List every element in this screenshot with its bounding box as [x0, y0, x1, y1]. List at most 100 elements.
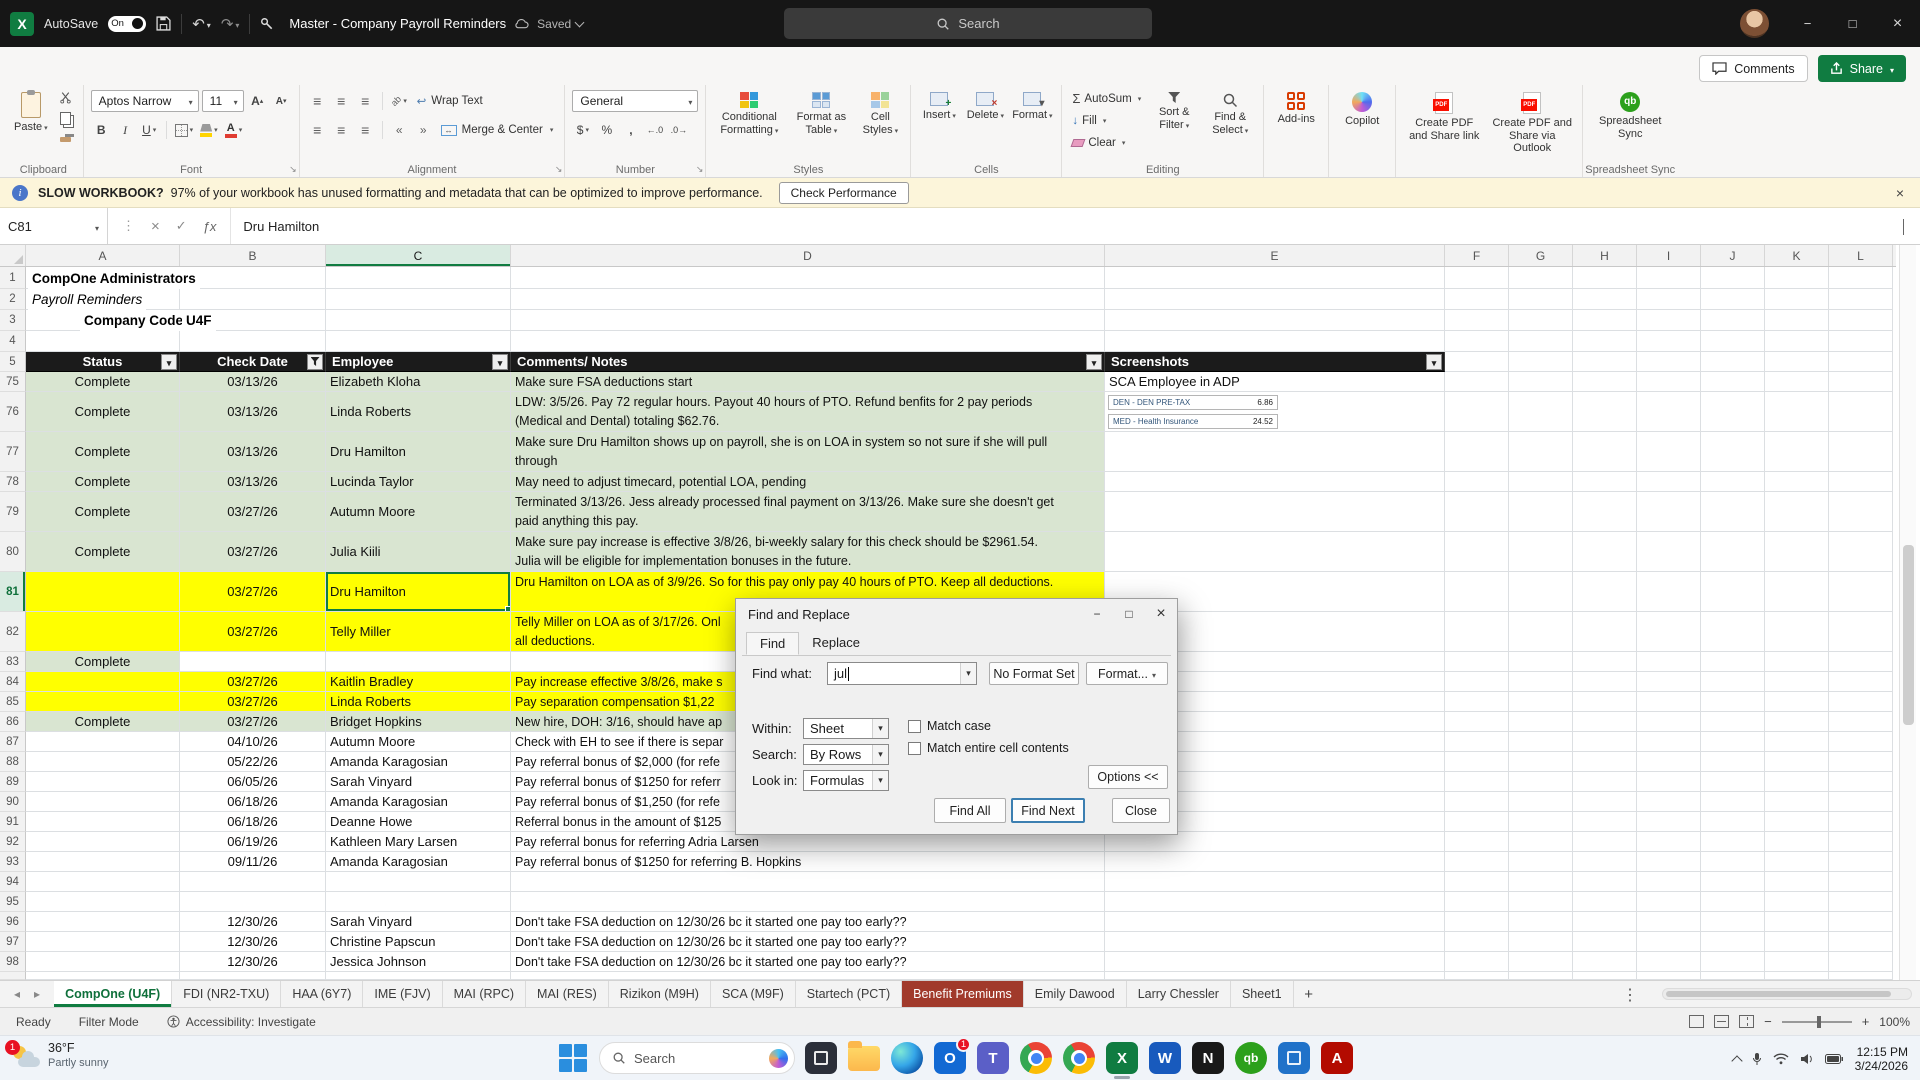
- cell-E98[interactable]: [1105, 952, 1445, 972]
- zoom-in-button[interactable]: [1862, 1014, 1870, 1029]
- cell[interactable]: [1573, 732, 1637, 752]
- cell[interactable]: [1573, 612, 1637, 652]
- borders-button[interactable]: [173, 121, 196, 140]
- cell-D93[interactable]: Pay referral bonus of $1250 for referrin…: [511, 852, 1105, 872]
- cell[interactable]: [1829, 852, 1893, 872]
- cell[interactable]: [1637, 912, 1701, 932]
- cell[interactable]: [1701, 532, 1765, 572]
- row-header-98[interactable]: 98: [0, 952, 26, 972]
- screenshot-thumbnail-1[interactable]: DEN - DEN PRE-TAX6.86: [1108, 395, 1278, 410]
- number-dialog-launcher[interactable]: [696, 164, 704, 175]
- cancel-entry-icon[interactable]: [151, 218, 160, 235]
- tab-replace[interactable]: Replace: [799, 632, 873, 655]
- maximize-button[interactable]: [1830, 0, 1875, 47]
- cell[interactable]: [1637, 852, 1701, 872]
- cell-B91[interactable]: 06/18/26: [180, 812, 326, 832]
- accessibility-status[interactable]: Accessibility: Investigate: [167, 1015, 316, 1029]
- row-header-90[interactable]: 90: [0, 792, 26, 812]
- page-break-view-button[interactable]: [1739, 1015, 1754, 1028]
- cell-C78[interactable]: Lucinda Taylor: [326, 472, 511, 492]
- cell[interactable]: [1765, 752, 1829, 772]
- cell[interactable]: [326, 310, 511, 331]
- cell-A88[interactable]: [26, 752, 180, 772]
- close-button[interactable]: [1875, 0, 1920, 47]
- cell[interactable]: [1701, 572, 1765, 612]
- bottom-align-button[interactable]: [355, 92, 376, 111]
- cell-A84[interactable]: [26, 672, 180, 692]
- cell-A80[interactable]: Complete: [26, 532, 180, 572]
- cell[interactable]: [1701, 772, 1765, 792]
- cell[interactable]: [1637, 331, 1701, 352]
- cell[interactable]: [1509, 352, 1573, 372]
- cell[interactable]: [1829, 472, 1893, 492]
- cell[interactable]: [1829, 772, 1893, 792]
- cell[interactable]: [326, 289, 511, 310]
- cell-A77[interactable]: Complete: [26, 432, 180, 472]
- alignment-dialog-launcher[interactable]: [555, 164, 563, 175]
- cell[interactable]: [1445, 372, 1509, 392]
- cell-B81[interactable]: 03/27/26: [180, 572, 326, 612]
- match-case-checkbox[interactable]: Match case: [908, 719, 991, 733]
- delete-cells-button[interactable]: Delete: [964, 88, 1006, 160]
- no-format-set-button[interactable]: No Format Set: [989, 662, 1079, 685]
- cell[interactable]: [1765, 712, 1829, 732]
- cell[interactable]: [1509, 672, 1573, 692]
- cell-D94[interactable]: [511, 872, 1105, 892]
- cell-E77[interactable]: [1105, 432, 1445, 472]
- cell-D75[interactable]: Make sure FSA deductions start: [511, 372, 1105, 392]
- cell[interactable]: [1829, 612, 1893, 652]
- cell-A87[interactable]: [26, 732, 180, 752]
- cell[interactable]: [1509, 532, 1573, 572]
- cell[interactable]: [26, 331, 180, 352]
- row-header-86[interactable]: 86: [0, 712, 26, 732]
- column-filter-employee[interactable]: [492, 354, 508, 370]
- cell[interactable]: [1105, 972, 1445, 980]
- more-sheets-button[interactable]: [1618, 981, 1642, 1008]
- cell[interactable]: [1765, 267, 1829, 289]
- cell[interactable]: [1637, 352, 1701, 372]
- column-header-C[interactable]: C: [326, 245, 511, 266]
- cell-C90[interactable]: Amanda Karagosian: [326, 792, 511, 812]
- page-layout-view-button[interactable]: [1714, 1015, 1729, 1028]
- cell[interactable]: [1765, 310, 1829, 331]
- cell-A93[interactable]: [26, 852, 180, 872]
- sheet-tab-larry-chessler[interactable]: Larry Chessler: [1127, 981, 1231, 1007]
- cell-D98[interactable]: Don't take FSA deduction on 12/30/26 bc …: [511, 952, 1105, 972]
- formula-content[interactable]: Dru Hamilton: [231, 219, 1903, 234]
- expand-formula-bar-button[interactable]: [1903, 219, 1904, 234]
- cell[interactable]: [1829, 912, 1893, 932]
- cell-B79[interactable]: 03/27/26: [180, 492, 326, 532]
- increase-font-button[interactable]: [247, 92, 268, 111]
- cell[interactable]: [1765, 289, 1829, 310]
- cell[interactable]: [1509, 289, 1573, 310]
- increase-indent-button[interactable]: [413, 121, 434, 140]
- cell[interactable]: [1637, 692, 1701, 712]
- taskbar-app-blue-app[interactable]: [1277, 1041, 1311, 1075]
- cell[interactable]: [1445, 792, 1509, 812]
- format-cells-button[interactable]: Format: [1010, 88, 1054, 160]
- weather-widget[interactable]: 1 36°FPartly sunny: [10, 1041, 109, 1070]
- row-header-5[interactable]: 5: [0, 352, 26, 372]
- screenshot-thumbnail-2[interactable]: MED - Health Insurance24.52: [1108, 414, 1278, 429]
- cell[interactable]: [1701, 672, 1765, 692]
- comma-style-button[interactable]: [620, 121, 641, 140]
- cell[interactable]: [1573, 331, 1637, 352]
- row-header-1[interactable]: 1: [0, 267, 26, 289]
- cell[interactable]: [1765, 812, 1829, 832]
- cell[interactable]: [1701, 692, 1765, 712]
- cell-B78[interactable]: 03/13/26: [180, 472, 326, 492]
- orientation-button[interactable]: [389, 92, 410, 111]
- cell[interactable]: [1105, 267, 1445, 289]
- taskbar-app-teams[interactable]: T: [976, 1041, 1010, 1075]
- cell-A95[interactable]: [26, 892, 180, 912]
- cell[interactable]: [1829, 392, 1893, 432]
- cell-B94[interactable]: [180, 872, 326, 892]
- cell-A91[interactable]: [26, 812, 180, 832]
- cell[interactable]: [1509, 492, 1573, 532]
- cell-A92[interactable]: [26, 832, 180, 852]
- cell[interactable]: [1637, 872, 1701, 892]
- wrap-text-button[interactable]: Wrap Text: [413, 90, 487, 112]
- cell-C75[interactable]: Elizabeth Kloha: [326, 372, 511, 392]
- share-button[interactable]: Share: [1818, 55, 1906, 82]
- cell[interactable]: [1637, 289, 1701, 310]
